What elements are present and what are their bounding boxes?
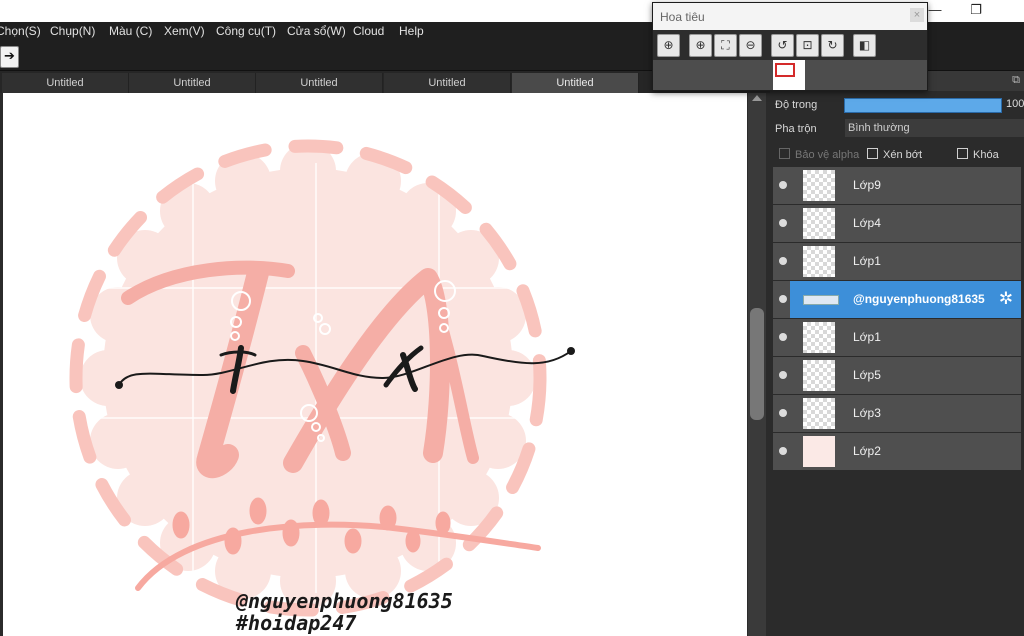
layer-name: Lớp5 bbox=[853, 368, 881, 382]
visibility-icon[interactable] bbox=[776, 281, 790, 318]
tab-document[interactable]: Untitled bbox=[129, 73, 256, 93]
visibility-icon[interactable] bbox=[776, 319, 790, 356]
layer-thumbnail bbox=[803, 322, 835, 353]
signature-line2: #hoidap247 bbox=[236, 611, 357, 635]
flip-icon[interactable]: ◧ bbox=[853, 34, 876, 57]
layer-name: @nguyenphuong81635 bbox=[853, 292, 985, 306]
clipping-label: Xén bớt bbox=[883, 149, 923, 161]
lock-label: Khóa bbox=[973, 149, 999, 161]
close-icon[interactable]: × bbox=[910, 8, 924, 22]
tab-document-active[interactable]: Untitled bbox=[512, 73, 639, 93]
layer-thumbnail bbox=[803, 398, 835, 429]
reset-view-icon[interactable]: ⊡ bbox=[796, 34, 819, 57]
layer-name: Lớp4 bbox=[853, 216, 881, 230]
zoom-out-icon[interactable]: ⊖ bbox=[739, 34, 762, 57]
layer-name: Lớp3 bbox=[853, 406, 881, 420]
tab-document[interactable]: Untitled bbox=[2, 73, 129, 93]
artwork bbox=[69, 139, 575, 617]
canvas-scrollbar[interactable] bbox=[748, 93, 766, 636]
menu-help[interactable]: Help bbox=[399, 24, 424, 38]
menu-capture[interactable]: Chụp(N) bbox=[50, 24, 95, 38]
rotate-left-icon[interactable]: ↺ bbox=[771, 34, 794, 57]
navigator-preview[interactable] bbox=[773, 60, 805, 90]
scroll-up-icon[interactable] bbox=[752, 95, 762, 101]
menu-view[interactable]: Xem(V) bbox=[164, 24, 205, 38]
opacity-slider[interactable] bbox=[844, 98, 1002, 113]
layer-row-selected[interactable]: @nguyenphuong81635 ✲ bbox=[773, 281, 1021, 318]
navigator-titlebar[interactable]: Hoa tiêu × bbox=[653, 3, 927, 30]
menu-select[interactable]: Chọn(S) bbox=[0, 24, 41, 38]
scrollbar-thumb[interactable] bbox=[750, 308, 764, 420]
visibility-icon[interactable] bbox=[776, 167, 790, 204]
layer-name: Lớp1 bbox=[853, 330, 881, 344]
layer-row[interactable]: Lớp3 bbox=[773, 395, 1021, 432]
layer-row[interactable]: Lớp1 bbox=[773, 319, 1021, 356]
expand-icon[interactable]: ⧉ bbox=[1012, 74, 1020, 87]
layer-thumbnail bbox=[803, 295, 839, 305]
layer-thumbnail bbox=[803, 170, 835, 201]
layer-row[interactable]: Lớp5 bbox=[773, 357, 1021, 394]
layer-thumbnail bbox=[803, 360, 835, 391]
visibility-icon[interactable] bbox=[776, 205, 790, 242]
blend-label: Pha trộn bbox=[775, 123, 817, 135]
lock-checkbox[interactable]: Khóa bbox=[957, 148, 999, 161]
navigator-title: Hoa tiêu bbox=[660, 10, 705, 24]
protect-alpha-label: Bảo vệ alpha bbox=[795, 149, 860, 161]
layer-row[interactable]: Lớp9 bbox=[773, 167, 1021, 204]
restore-button[interactable]: ❐ bbox=[956, 0, 996, 22]
layer-thumbnail bbox=[803, 208, 835, 239]
navigator-toolbar: ⊕ ⊕ ⛶ ⊖ ↺ ⊡ ↻ ◧ bbox=[653, 30, 927, 60]
viewport-frame[interactable] bbox=[775, 63, 795, 77]
layer-row[interactable]: Lớp2 bbox=[773, 433, 1021, 470]
signature-line1: @nguyenphuong81635 bbox=[236, 589, 453, 613]
menu-window[interactable]: Cửa sổ(W) bbox=[287, 24, 346, 38]
zoom-fit-icon[interactable]: ⊕ bbox=[657, 34, 680, 57]
layer-name: Lớp2 bbox=[853, 444, 881, 458]
zoom-in-icon[interactable]: ⊕ bbox=[689, 34, 712, 57]
tab-document[interactable]: Untitled bbox=[384, 73, 511, 93]
tab-document[interactable]: Untitled bbox=[256, 73, 383, 93]
layer-list: Lớp9 Lớp4 Lớp1 @nguyenphuong81635 ✲ Lớp1 bbox=[773, 167, 1021, 471]
menu-tools[interactable]: Công cụ(T) bbox=[216, 24, 276, 38]
layer-row[interactable]: Lớp1 bbox=[773, 243, 1021, 280]
fit-window-icon[interactable]: ⛶ bbox=[714, 34, 737, 57]
layer-name: Lớp1 bbox=[853, 254, 881, 268]
clipping-checkbox[interactable]: Xén bớt bbox=[867, 148, 922, 161]
visibility-icon[interactable] bbox=[776, 357, 790, 394]
rotate-right-icon[interactable]: ↻ bbox=[821, 34, 844, 57]
gear-icon[interactable]: ✲ bbox=[997, 290, 1015, 308]
drawing-canvas[interactable]: @nguyenphuong81635 #hoidap247 bbox=[3, 93, 747, 636]
menu-color[interactable]: Màu (C) bbox=[109, 24, 152, 38]
blend-mode-select[interactable]: Bình thường bbox=[845, 119, 1024, 137]
arrow-right-icon[interactable]: ➔ bbox=[0, 46, 19, 68]
visibility-icon[interactable] bbox=[776, 433, 790, 470]
layer-thumbnail bbox=[803, 436, 835, 467]
visibility-icon[interactable] bbox=[776, 395, 790, 432]
layer-thumbnail bbox=[803, 246, 835, 277]
visibility-icon[interactable] bbox=[776, 243, 790, 280]
layer-row[interactable]: Lớp4 bbox=[773, 205, 1021, 242]
layer-name: Lớp9 bbox=[853, 178, 881, 192]
navigator-window[interactable]: Hoa tiêu × ⊕ ⊕ ⛶ ⊖ ↺ ⊡ ↻ ◧ bbox=[652, 2, 928, 91]
opacity-value: 100 bbox=[1006, 98, 1024, 110]
layer-panel: ⧉ Độ trong 100 Pha trộn Bình thường Bảo … bbox=[770, 71, 1024, 636]
menu-cloud[interactable]: Cloud bbox=[353, 24, 384, 38]
protect-alpha-checkbox[interactable]: Bảo vệ alpha bbox=[779, 148, 859, 161]
opacity-label: Độ trong bbox=[775, 99, 818, 111]
